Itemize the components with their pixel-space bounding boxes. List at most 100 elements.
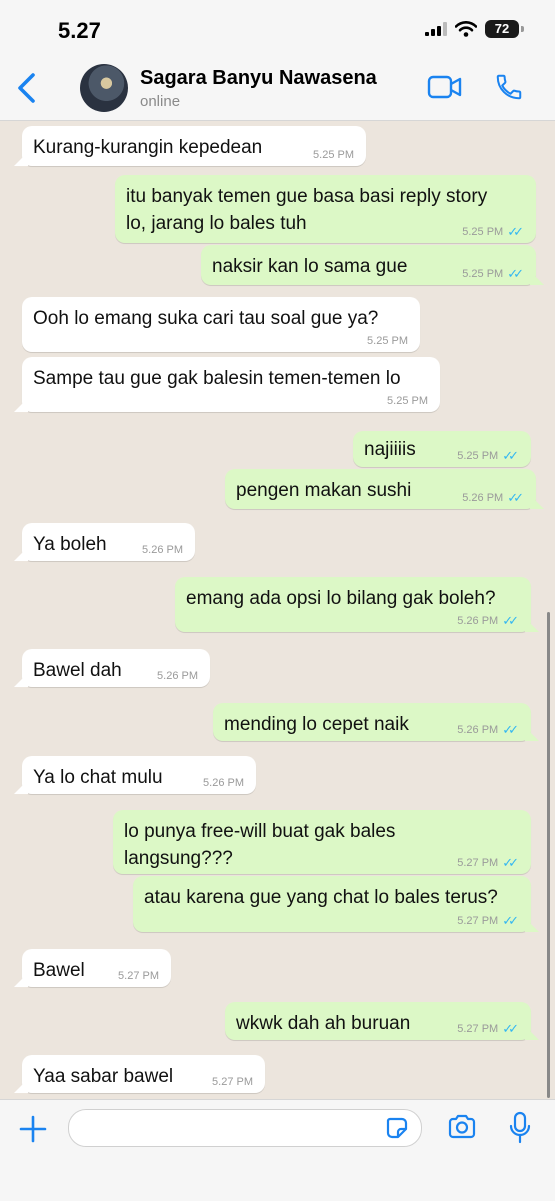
message-time: 5.27 PM — [212, 1076, 253, 1088]
message-bubble[interactable]: naksir kan lo sama gue 5.25 PM ✓✓ — [201, 245, 544, 285]
chat-scrollbar[interactable] — [547, 612, 550, 1098]
message-bubble[interactable]: lo punya free-will buat gak bales langsu… — [113, 810, 531, 874]
message-bubble[interactable]: Ya lo chat mulu 5.26 PM — [14, 756, 256, 794]
battery-icon: 72 — [485, 20, 524, 38]
read-ticks-icon: ✓✓ — [507, 490, 524, 505]
message-text: lo, jarang lo bales tuh — [126, 213, 307, 234]
message-text: mending lo cepet naik — [224, 714, 409, 735]
message-text: itu banyak temen gue basa basi reply sto… — [126, 186, 488, 207]
message-text: pengen makan sushi — [236, 480, 412, 501]
chat-header: Sagara Banyu Nawasena online — [0, 56, 555, 121]
message-text: emang ada opsi lo bilang gak boleh? — [186, 588, 496, 609]
message-meta: 5.26 PM ✓✓ — [462, 491, 524, 505]
message-bubble[interactable]: Bawel 5.27 PM — [14, 949, 171, 987]
message-bubble[interactable]: pengen makan sushi 5.26 PM ✓✓ — [225, 469, 544, 509]
wifi-icon — [455, 21, 477, 37]
chat-area[interactable]: Kurang-kurangin kepedean 5.25 PM itu ban… — [0, 121, 555, 1099]
message-meta: 5.26 PM ✓✓ — [457, 723, 519, 737]
read-ticks-icon: ✓✓ — [502, 855, 519, 870]
cellular-signal-icon — [425, 22, 447, 36]
read-ticks-icon: ✓✓ — [507, 266, 524, 281]
message-meta: 5.25 PM — [387, 394, 428, 408]
message-meta: 5.27 PM ✓✓ — [457, 914, 519, 928]
chevron-left-icon[interactable] — [14, 72, 40, 104]
message-text: langsung??? — [124, 848, 233, 869]
message-text: Bawel — [33, 960, 85, 981]
message-time: 5.26 PM — [142, 544, 183, 556]
message-time: 5.26 PM — [203, 777, 244, 789]
battery-level: 72 — [494, 21, 510, 36]
message-meta: 5.25 PM — [367, 334, 408, 348]
camera-icon[interactable] — [447, 1114, 477, 1140]
message-bubble[interactable]: Ooh lo emang suka cari tau soal gue ya? … — [22, 297, 420, 352]
contact-name[interactable]: Sagara Banyu Nawasena — [140, 67, 377, 90]
message-bubble[interactable]: wkwk dah ah buruan 5.27 PM ✓✓ — [225, 1002, 539, 1040]
status-bar: 5.27 72 — [0, 0, 555, 56]
message-time: 5.25 PM — [462, 226, 504, 238]
message-input[interactable] — [68, 1109, 422, 1147]
message-text: Kurang-kurangin kepedean — [33, 137, 263, 158]
video-call-icon[interactable] — [427, 74, 463, 100]
message-meta: 5.27 PM — [212, 1075, 253, 1089]
message-time: 5.26 PM — [157, 670, 198, 682]
message-input-bar — [0, 1099, 555, 1201]
message-meta: 5.26 PM ✓✓ — [457, 614, 519, 628]
message-bubble[interactable]: Yaa sabar bawel 5.27 PM — [14, 1055, 265, 1093]
message-time: 5.26 PM — [462, 492, 504, 504]
message-time: 5.27 PM — [457, 1023, 499, 1035]
message-bubble[interactable]: mending lo cepet naik 5.26 PM ✓✓ — [213, 703, 539, 741]
message-meta: 5.26 PM — [142, 543, 183, 557]
message-time: 5.26 PM — [457, 615, 499, 627]
message-bubble[interactable]: atau karena gue yang chat lo bales terus… — [133, 876, 539, 932]
message-time: 5.27 PM — [457, 915, 499, 927]
message-text: Ooh lo emang suka cari tau soal gue ya? — [33, 308, 379, 329]
message-time: 5.26 PM — [457, 724, 499, 736]
message-bubble[interactable]: Sampe tau gue gak balesin temen-temen lo… — [14, 357, 440, 412]
plus-icon[interactable] — [18, 1114, 48, 1144]
message-meta: 5.27 PM ✓✓ — [457, 856, 519, 870]
avatar[interactable] — [80, 64, 128, 112]
read-ticks-icon: ✓✓ — [502, 722, 519, 737]
message-text: Ya boleh — [33, 534, 107, 555]
message-meta: 5.26 PM — [157, 669, 198, 683]
message-bubble[interactable]: itu banyak temen gue basa basi reply sto… — [115, 175, 536, 243]
message-meta: 5.25 PM — [313, 148, 354, 162]
message-text: lo punya free-will buat gak bales — [124, 821, 396, 842]
message-time: 5.25 PM — [313, 149, 354, 161]
message-time: 5.27 PM — [118, 970, 159, 982]
message-meta: 5.27 PM ✓✓ — [457, 1022, 519, 1036]
message-meta: 5.25 PM ✓✓ — [462, 225, 524, 239]
message-time: 5.27 PM — [457, 857, 499, 869]
status-icons: 72 — [425, 20, 524, 38]
message-text: Yaa sabar bawel — [33, 1066, 174, 1087]
read-ticks-icon: ✓✓ — [502, 913, 519, 928]
message-bubble[interactable]: najiiiis 5.25 PM ✓✓ — [353, 431, 531, 467]
message-meta: 5.25 PM ✓✓ — [457, 449, 519, 463]
message-text: atau karena gue yang chat lo bales terus… — [144, 887, 498, 908]
message-bubble[interactable]: Ya boleh 5.26 PM — [14, 523, 195, 561]
microphone-icon[interactable] — [508, 1111, 532, 1145]
message-time: 5.25 PM — [457, 450, 499, 462]
message-bubble[interactable]: emang ada opsi lo bilang gak boleh? 5.26… — [175, 577, 539, 632]
status-time: 5.27 — [58, 18, 101, 43]
message-text: naksir kan lo sama gue — [212, 256, 408, 277]
contact-status: online — [140, 93, 181, 110]
read-ticks-icon: ✓✓ — [502, 448, 519, 463]
message-time: 5.25 PM — [462, 268, 504, 280]
message-text: Sampe tau gue gak balesin temen-temen lo — [33, 368, 401, 389]
sticker-icon[interactable] — [385, 1116, 409, 1140]
read-ticks-icon: ✓✓ — [507, 224, 524, 239]
read-ticks-icon: ✓✓ — [502, 1021, 519, 1036]
message-meta: 5.25 PM ✓✓ — [462, 267, 524, 281]
message-text: Ya lo chat mulu — [33, 767, 163, 788]
message-time: 5.25 PM — [367, 335, 408, 347]
message-bubble[interactable]: Kurang-kurangin kepedean 5.25 PM — [14, 126, 366, 166]
phone-icon[interactable] — [494, 72, 524, 102]
read-ticks-icon: ✓✓ — [502, 613, 519, 628]
message-bubble[interactable]: Bawel dah 5.26 PM — [14, 649, 210, 687]
message-text: wkwk dah ah buruan — [236, 1013, 411, 1034]
message-meta: 5.26 PM — [203, 776, 244, 790]
message-meta: 5.27 PM — [118, 969, 159, 983]
message-time: 5.25 PM — [387, 395, 428, 407]
message-text: Bawel dah — [33, 660, 122, 681]
